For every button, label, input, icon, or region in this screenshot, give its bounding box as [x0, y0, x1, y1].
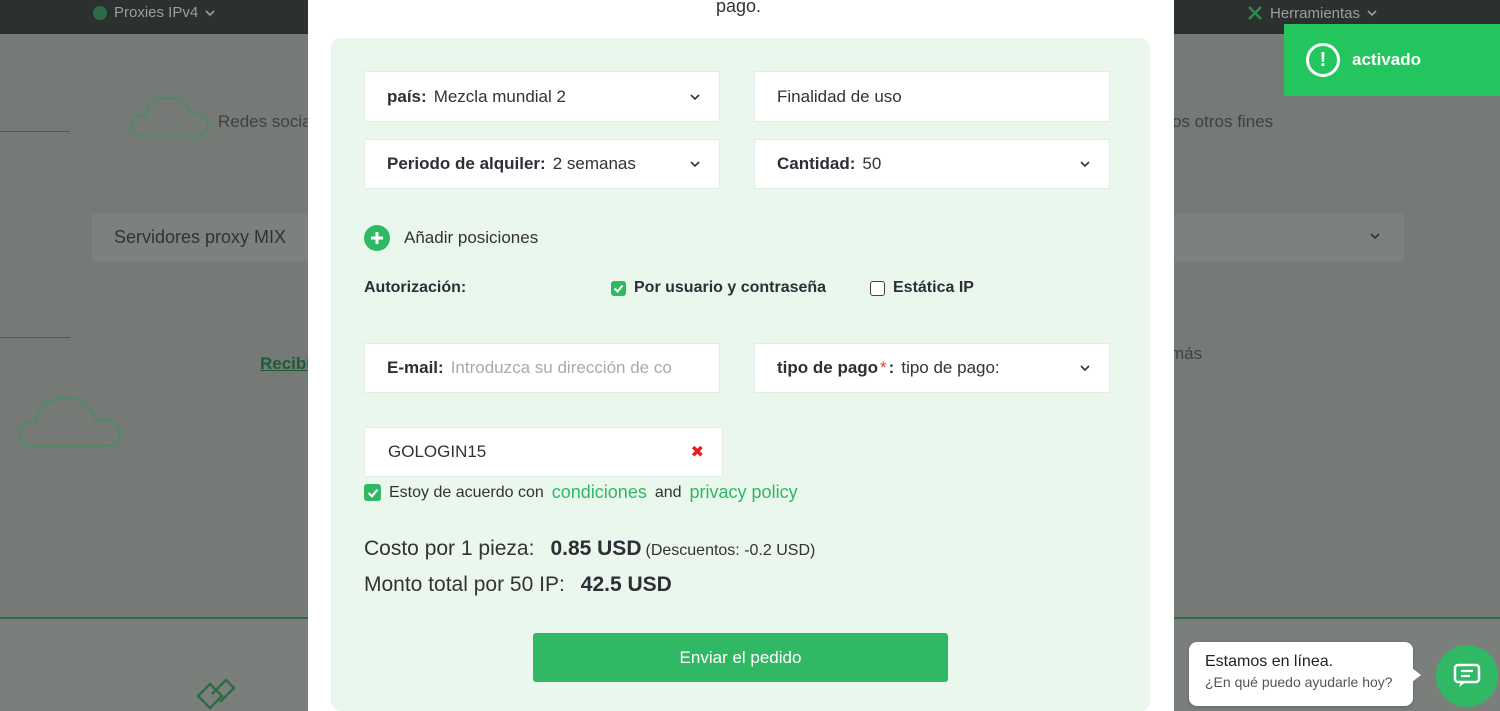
chevron-down-icon	[1080, 365, 1090, 372]
cloud-icon	[18, 396, 122, 447]
add-positions-label: Añadir posiciones	[404, 228, 539, 247]
auth-user-password-checkbox[interactable]: Por usuario y contraseña	[611, 279, 826, 297]
payment-value: tipo de pago:	[901, 358, 1000, 377]
email-placeholder: Introduzca su dirección de co	[450, 358, 672, 377]
activated-toast: ! activado	[1284, 24, 1500, 96]
country-select[interactable]: país: Mezcla mundial 2	[364, 71, 720, 122]
quantity-value: 50	[862, 154, 882, 173]
checkbox-unchecked-icon	[870, 280, 885, 296]
chevron-down-icon	[1370, 233, 1380, 240]
period-label: Periodo de alquiler:	[387, 154, 546, 173]
chat-line2: ¿En qué puedo ayudarle hoy?	[1205, 674, 1393, 690]
checkbox-checked-icon	[364, 484, 381, 501]
coupon-input[interactable]: GOLOGIN15 ✖	[364, 427, 723, 477]
email-label: E-mail:	[387, 358, 444, 377]
chevron-down-icon	[690, 161, 700, 168]
coupon-value: GOLOGIN15	[388, 442, 487, 461]
nav-label: Proxies IPv4	[114, 4, 199, 21]
auth-option-label: Estática IP	[893, 279, 974, 296]
purpose-value: Finalidad de uso	[777, 86, 902, 106]
total-amount: Monto total por 50 IP: 42.5 USD	[364, 573, 672, 597]
quantity-select[interactable]: Cantidad: 50	[754, 139, 1110, 189]
quantity-label: Cantidad:	[777, 154, 856, 173]
country-value: Mezcla mundial 2	[433, 86, 566, 106]
chat-line1: Estamos en línea.	[1205, 653, 1334, 670]
total-label: Monto total por 50 IP:	[364, 573, 565, 596]
auth-option-label: Por usuario y contraseña	[634, 279, 827, 296]
chevron-down-icon	[1367, 10, 1377, 17]
add-positions-button[interactable]: Añadir posiciones	[364, 225, 538, 251]
chat-icon	[1453, 663, 1481, 687]
conditions-link[interactable]: condiciones	[552, 482, 647, 503]
chat-greeting-bubble[interactable]: Estamos en línea. ¿En qué puedo ayudarle…	[1189, 642, 1413, 706]
period-value: 2 semanas	[552, 154, 636, 173]
bg-other-text: os otros fines	[1172, 112, 1274, 131]
payment-colon: :	[888, 358, 895, 377]
authorization-label: Autorización:	[364, 279, 467, 296]
privacy-policy-link[interactable]: privacy policy	[690, 482, 798, 503]
payment-type-select[interactable]: tipo de pago * : tipo de pago:	[754, 343, 1110, 393]
submit-order-button[interactable]: Enviar el pedido	[533, 633, 948, 682]
modal-top-text: pago.	[716, 0, 762, 16]
chevron-down-icon	[205, 9, 215, 16]
email-field[interactable]: E-mail: Introduzca su dirección de co	[364, 343, 720, 393]
tools-icon	[1248, 6, 1262, 20]
rental-period-select[interactable]: Periodo de alquiler: 2 semanas	[364, 139, 720, 189]
cost-per-piece: Costo por 1 pieza: 0.85 USD (Descuentos:…	[364, 537, 815, 561]
checkbox-checked-icon	[611, 280, 626, 296]
auth-static-ip-checkbox[interactable]: Estática IP	[870, 279, 974, 297]
nav-proxies-ipv4[interactable]: Proxies IPv4	[92, 4, 216, 21]
cost-per-piece-label: Costo por 1 pieza:	[364, 537, 535, 560]
satellite-icon	[196, 678, 236, 710]
decor-line	[0, 337, 70, 338]
plus-icon	[364, 225, 390, 251]
required-mark: *	[880, 358, 887, 377]
cost-per-piece-value: 0.85 USD	[550, 537, 642, 560]
bg-link[interactable]: Recibi	[260, 354, 311, 374]
chat-bubble-tail	[1412, 668, 1421, 682]
agree-terms-checkbox[interactable]: Estoy de acuerdo con condiciones and pri…	[364, 482, 798, 503]
discount-text: (Descuentos: -0.2 USD)	[645, 542, 816, 559]
clear-coupon-icon[interactable]: ✖	[691, 442, 704, 462]
decor-line	[0, 131, 70, 132]
nav-herramientas[interactable]: Herramientas	[1246, 4, 1378, 22]
chevron-down-icon	[690, 93, 700, 100]
exclamation-icon: !	[1306, 43, 1340, 77]
payment-label: tipo de pago	[777, 358, 879, 377]
chevron-down-icon	[1080, 161, 1090, 168]
chat-open-button[interactable]	[1436, 645, 1498, 707]
agree-text: Estoy de acuerdo con	[389, 483, 544, 501]
agree-and-text: and	[654, 483, 682, 501]
bg-select-text: Servidores proxy MIX	[114, 227, 287, 247]
bg-social-text: Redes socia	[218, 112, 312, 131]
nav-label: Herramientas	[1270, 4, 1361, 22]
country-label: país:	[387, 86, 427, 106]
total-value: 42.5 USD	[580, 573, 672, 596]
bg-more-text: más	[1170, 344, 1203, 363]
purpose-input[interactable]: Finalidad de uso	[754, 71, 1110, 122]
globe-icon	[93, 5, 107, 20]
cloud-icon	[130, 96, 210, 137]
toast-text: activado	[1352, 50, 1421, 69]
